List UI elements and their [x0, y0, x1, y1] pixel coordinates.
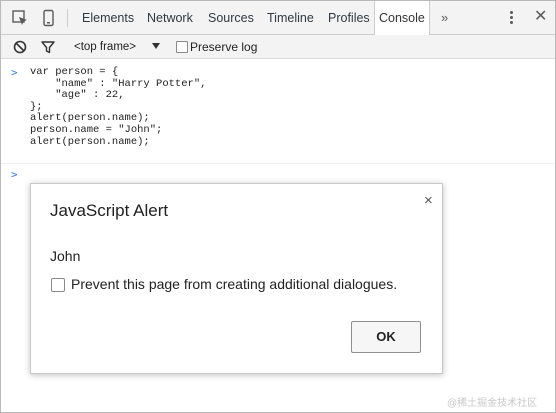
console-input-code: var person = { "name" : "Harry Potter", … [30, 66, 207, 148]
frame-selector[interactable]: <top frame> [74, 35, 136, 59]
device-mode-icon[interactable] [40, 9, 58, 27]
console-prompt-icon[interactable]: > [11, 168, 18, 181]
filter-icon[interactable] [41, 40, 55, 54]
clear-console-icon[interactable] [13, 40, 27, 54]
console-divider [1, 163, 555, 164]
tab-elements[interactable]: Elements [82, 1, 134, 34]
toolbar-divider [67, 9, 68, 27]
ok-button[interactable]: OK [351, 321, 421, 353]
devtools-tab-bar: Elements Network Sources Timeline Profil… [1, 1, 555, 35]
more-tabs-chevron[interactable]: » [441, 1, 448, 35]
javascript-alert-dialog: JavaScript Alert × John Prevent this pag… [30, 183, 443, 374]
dialog-title: JavaScript Alert [50, 201, 169, 220]
input-prompt-icon: > [11, 66, 18, 79]
prevent-dialogs-label[interactable]: Prevent this page from creating addition… [71, 276, 397, 292]
prevent-dialogs-checkbox[interactable] [51, 278, 65, 292]
tab-console[interactable]: Console [374, 1, 430, 35]
frame-selector-arrow-icon[interactable] [152, 43, 160, 49]
tab-profiles[interactable]: Profiles [328, 1, 370, 34]
watermark: @稀土掘金技术社区 [447, 398, 538, 409]
preserve-log-checkbox[interactable] [176, 41, 188, 53]
preserve-log-label[interactable]: Preserve log [190, 35, 257, 59]
tab-timeline[interactable]: Timeline [267, 1, 314, 34]
dialog-close-icon[interactable]: × [424, 192, 433, 210]
inspect-element-icon[interactable] [11, 9, 29, 27]
kebab-menu-icon[interactable] [510, 11, 514, 26]
tab-sources[interactable]: Sources [208, 1, 254, 34]
tab-network[interactable]: Network [147, 1, 193, 34]
console-toolbar: <top frame> Preserve log [1, 35, 555, 59]
dialog-message: John [50, 248, 81, 264]
close-icon[interactable]: ✕ [534, 7, 547, 27]
